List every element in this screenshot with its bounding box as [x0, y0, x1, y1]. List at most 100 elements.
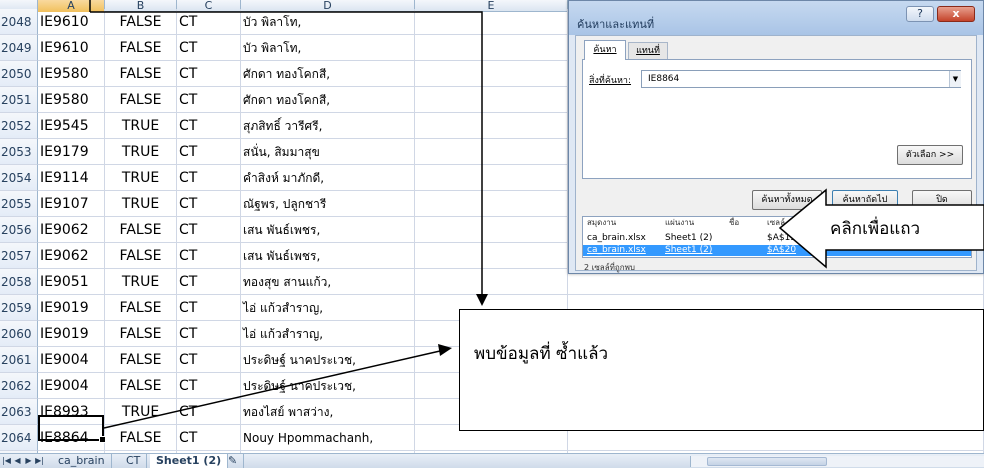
cell-a[interactable]: IE9545	[38, 113, 105, 139]
cell-d[interactable]: ไอ่ แก้วสำราญ,	[241, 321, 415, 347]
find-what-input[interactable]: IE8864	[641, 70, 961, 88]
cell-b[interactable]: FALSE	[105, 9, 177, 35]
cell-b[interactable]: TRUE	[105, 165, 177, 191]
scrollbar-thumb[interactable]	[707, 457, 827, 466]
cell-a[interactable]: IE8993	[38, 399, 105, 425]
cell-c[interactable]: CT	[177, 373, 241, 399]
cell-empty[interactable]	[415, 165, 568, 191]
cell-empty[interactable]	[415, 191, 568, 217]
row-header[interactable]: 2058	[0, 269, 38, 295]
cell-b[interactable]: FALSE	[105, 373, 177, 399]
cell-b[interactable]: FALSE	[105, 321, 177, 347]
cell-a[interactable]: IE8864	[38, 425, 105, 451]
cell-b[interactable]: TRUE	[105, 269, 177, 295]
cell-a[interactable]: IE9114	[38, 165, 105, 191]
cell-empty[interactable]	[415, 269, 568, 295]
cell-a[interactable]: IE9610	[38, 9, 105, 35]
cell-a[interactable]: IE9062	[38, 243, 105, 269]
row-header[interactable]: 2051	[0, 87, 38, 113]
find-all-button[interactable]: ค้นหาทั้งหมด	[752, 190, 822, 210]
row-header[interactable]: 2053	[0, 139, 38, 165]
cell-d[interactable]: ประดิษฐ์ นาคประเวช,	[241, 373, 415, 399]
row-header[interactable]: 2064	[0, 425, 38, 451]
cell-d[interactable]: ประดิษฐ์ นาคประเวช,	[241, 347, 415, 373]
results-col-book[interactable]: สมุดงาน	[587, 217, 616, 229]
sheet-tab-ct[interactable]: CT	[120, 454, 148, 468]
cell-c[interactable]: CT	[177, 321, 241, 347]
results-col-sheet[interactable]: แผ่นงาน	[665, 217, 694, 229]
results-col-cell[interactable]: เซลล์	[767, 217, 785, 229]
tab-replace[interactable]: แทนที่	[628, 42, 668, 60]
cell-d[interactable]: บัว พิลาโท,	[241, 9, 415, 35]
chevron-down-icon[interactable]: ▼	[949, 71, 961, 87]
cell-c[interactable]: CT	[177, 139, 241, 165]
cell-c[interactable]: CT	[177, 87, 241, 113]
horizontal-scrollbar[interactable]	[690, 456, 984, 467]
results-col-name[interactable]: ชื่อ	[729, 217, 739, 229]
cell-d[interactable]: เสน พันธ์เพชร,	[241, 243, 415, 269]
cell-c[interactable]: CT	[177, 399, 241, 425]
cell-c[interactable]: CT	[177, 35, 241, 61]
next-sheet-icon[interactable]: ▶	[24, 455, 33, 467]
cell-c[interactable]: CT	[177, 191, 241, 217]
row-header[interactable]: 2052	[0, 113, 38, 139]
row-header[interactable]: 2055	[0, 191, 38, 217]
cell-empty[interactable]	[415, 9, 568, 35]
cell-d[interactable]: ศักดา ทองโคกสี,	[241, 87, 415, 113]
cell-a[interactable]: IE9004	[38, 347, 105, 373]
cell-c[interactable]: CT	[177, 347, 241, 373]
cell-a[interactable]: IE9019	[38, 295, 105, 321]
sheet-tab-sheet1-2[interactable]: Sheet1 (2)	[150, 454, 229, 468]
find-next-button[interactable]: ค้นหาถัดไป	[832, 190, 898, 210]
cell-a[interactable]: IE9062	[38, 217, 105, 243]
cell-d[interactable]: คำสิงห์ มาภักดี,	[241, 165, 415, 191]
cell-empty[interactable]	[415, 87, 568, 113]
cell-d[interactable]: ณัฐพร, ปลูกชารี	[241, 191, 415, 217]
cell-c[interactable]: CT	[177, 425, 241, 451]
row-header[interactable]: 2049	[0, 35, 38, 61]
cell-b[interactable]: FALSE	[105, 347, 177, 373]
cell-d[interactable]: Nouy Hpommachanh,	[241, 425, 415, 451]
cell-a[interactable]: IE9580	[38, 61, 105, 87]
cell-empty[interactable]	[415, 35, 568, 61]
cell-c[interactable]: CT	[177, 269, 241, 295]
cell-c[interactable]: CT	[177, 295, 241, 321]
cell-b[interactable]: FALSE	[105, 87, 177, 113]
cell-b[interactable]: FALSE	[105, 61, 177, 87]
cell-c[interactable]: CT	[177, 165, 241, 191]
result-row-selected[interactable]: ca_brain.xlsx Sheet1 (2) $A$20	[583, 245, 971, 256]
insert-sheet-icon[interactable]: ✎	[222, 454, 245, 468]
tab-find[interactable]: ค้นหา	[584, 40, 626, 60]
row-header[interactable]: 2062	[0, 373, 38, 399]
cell-a[interactable]: IE9019	[38, 321, 105, 347]
cell-d[interactable]: ทองไสย์ พาสว่าง,	[241, 399, 415, 425]
cell-empty[interactable]	[415, 139, 568, 165]
cell-d[interactable]: สนั่น, สิมมาสุข	[241, 139, 415, 165]
row-header[interactable]: 2059	[0, 295, 38, 321]
cell-b[interactable]: TRUE	[105, 399, 177, 425]
cell-c[interactable]: CT	[177, 243, 241, 269]
dialog-title-bar[interactable]: ค้นหาและแทนที่ ? x	[569, 1, 983, 35]
cell-d[interactable]: ทองสุข สานแก้ว,	[241, 269, 415, 295]
prev-sheet-icon[interactable]: ◀	[13, 455, 22, 467]
sheet-tab-ca-brain[interactable]: ca_brain	[52, 454, 112, 468]
row-header[interactable]: 2054	[0, 165, 38, 191]
cell-a[interactable]: IE9107	[38, 191, 105, 217]
cell-empty[interactable]	[415, 113, 568, 139]
cell-c[interactable]: CT	[177, 9, 241, 35]
row-header[interactable]: 2063	[0, 399, 38, 425]
cell-a[interactable]: IE9580	[38, 87, 105, 113]
close-icon[interactable]: x	[937, 6, 975, 22]
cell-a[interactable]: IE9004	[38, 373, 105, 399]
row-header[interactable]: 2048	[0, 9, 38, 35]
cell-d[interactable]: สุภสิทธิ์ วารีศรี,	[241, 113, 415, 139]
close-button[interactable]: ปิด	[912, 190, 972, 210]
row-header[interactable]: 2056	[0, 217, 38, 243]
first-sheet-icon[interactable]: |◀	[2, 455, 11, 467]
row-header[interactable]: 2060	[0, 321, 38, 347]
cell-empty[interactable]	[415, 217, 568, 243]
cell-a[interactable]: IE9610	[38, 35, 105, 61]
cell-b[interactable]: FALSE	[105, 217, 177, 243]
cell-empty[interactable]	[415, 243, 568, 269]
help-icon[interactable]: ?	[906, 6, 934, 22]
